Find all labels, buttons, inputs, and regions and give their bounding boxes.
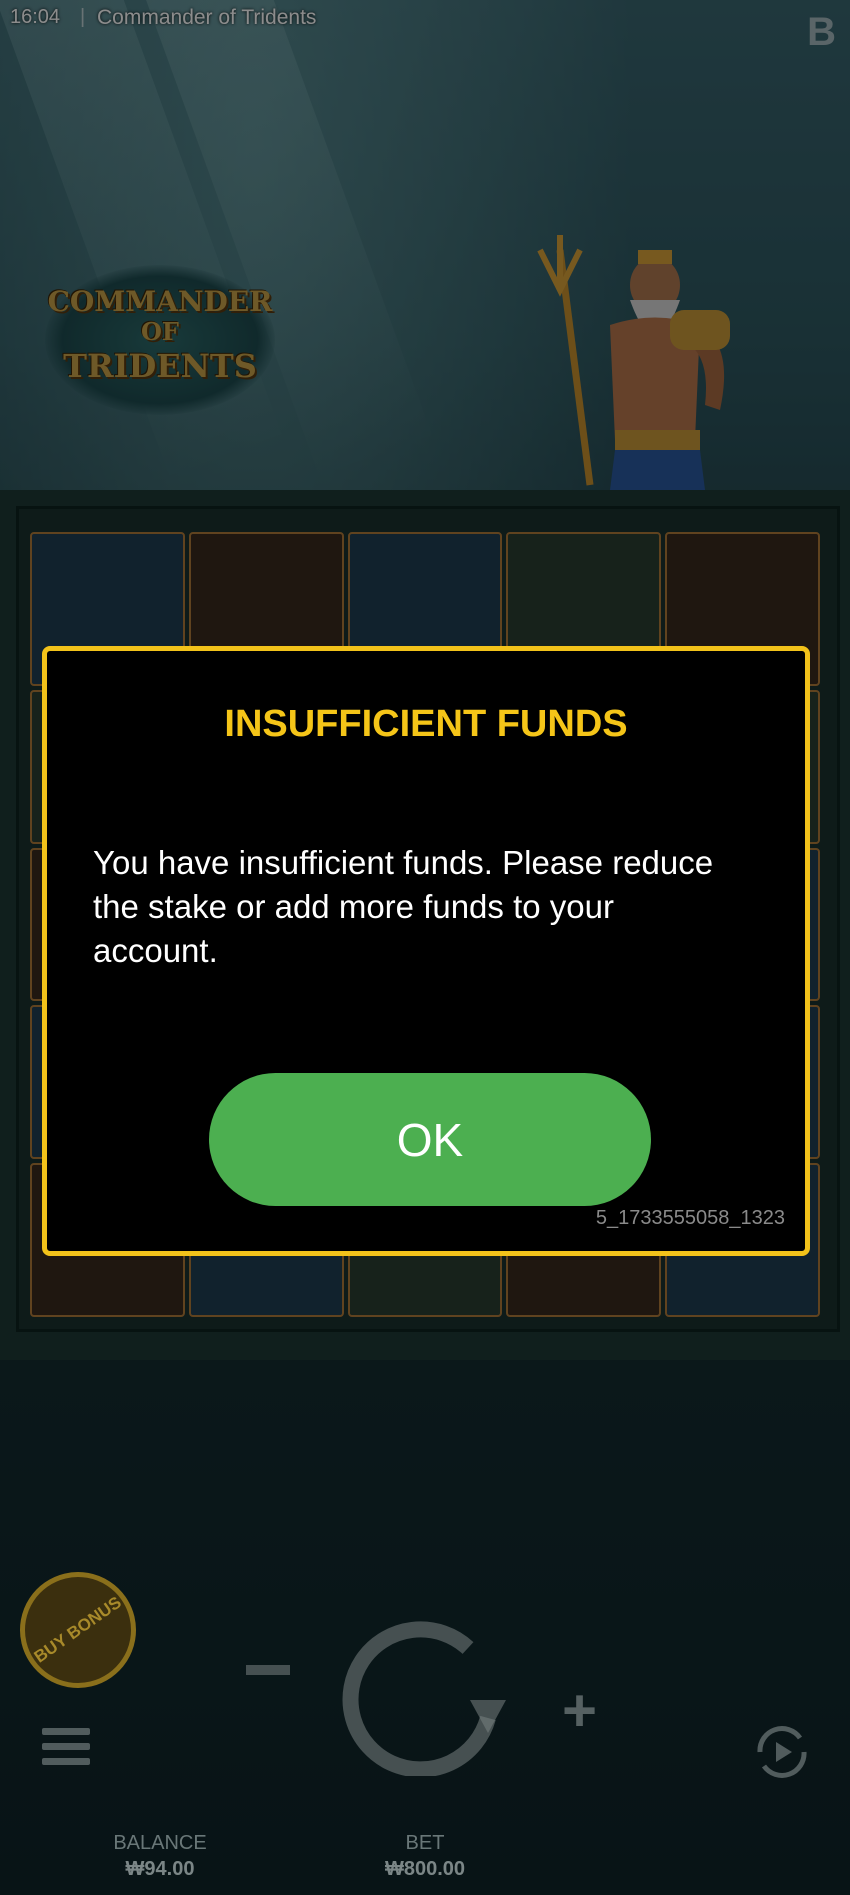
bet-value: ₩800.00 — [384, 1858, 466, 1880]
error-code: 5_1733555058_1323 — [595, 1207, 785, 1229]
ok-button[interactable]: OK — [209, 1073, 651, 1206]
insufficient-funds-dialog: INSUFFICIENT FUNDS You have insufficient… — [42, 646, 810, 1256]
bet-label: BET — [405, 1832, 445, 1854]
balance-value: ₩94.00 — [125, 1858, 195, 1880]
balance-label: BALANCE — [113, 1832, 207, 1854]
decrease-bet-button[interactable] — [246, 1665, 290, 1675]
autoplay-icon[interactable] — [750, 1720, 814, 1784]
dialog-title: INSUFFICIENT FUNDS — [224, 703, 628, 745]
increase-bet-button[interactable]: + — [562, 1676, 597, 1745]
menu-icon[interactable] — [42, 1728, 90, 1773]
dialog-message: You have insufficient funds. Please redu… — [93, 844, 714, 969]
spin-button[interactable] — [338, 1608, 506, 1776]
buy-bonus-label: BUY BONUS — [30, 1592, 125, 1667]
